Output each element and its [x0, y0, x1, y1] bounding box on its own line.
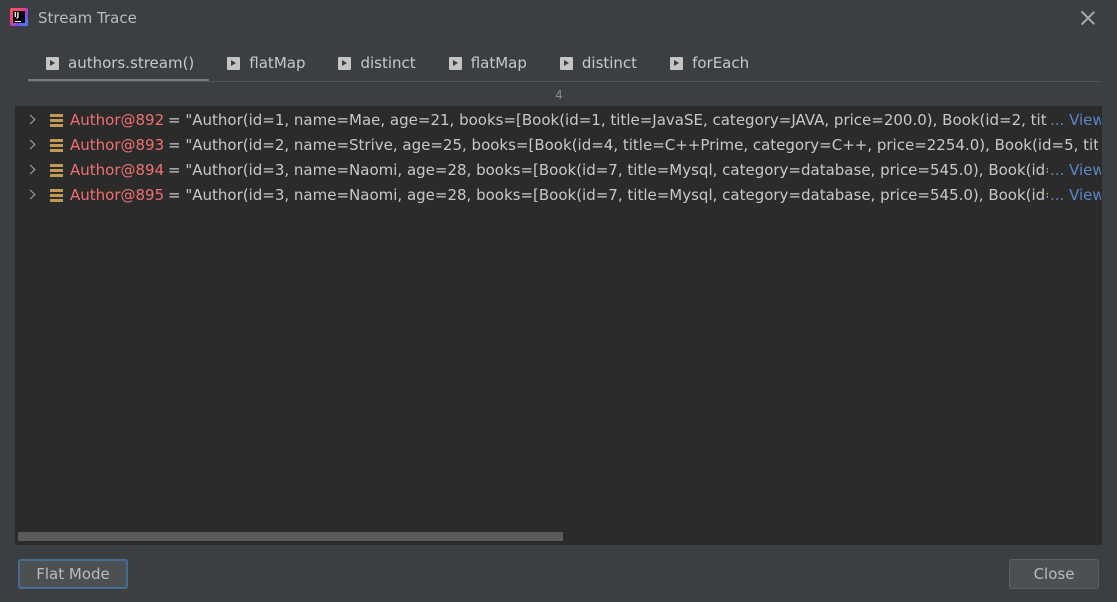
object-value: = "Author(id=3, name=Naomi, age=28, book… — [168, 161, 1048, 179]
chevron-right-icon[interactable] — [25, 164, 36, 175]
object-icon — [50, 164, 63, 177]
tab-label: forEach — [692, 54, 750, 72]
element-count: 4 — [555, 88, 563, 102]
tab-label: distinct — [581, 54, 638, 72]
tab-flatmap[interactable]: flatMap — [209, 48, 320, 82]
list-item[interactable]: Author@892 = "Author(id=1, name=Mae, age… — [16, 109, 1101, 133]
tabs-divider — [28, 81, 1101, 82]
tab-label: distinct — [360, 54, 416, 72]
object-name: Author@895 — [70, 186, 165, 204]
object-value: = "Author(id=2, name=Strive, age=25, boo… — [168, 136, 1098, 154]
view-link[interactable]: ... View — [1048, 161, 1101, 179]
chevron-right-icon[interactable] — [25, 139, 36, 150]
object-value: = "Author(id=1, name=Mae, age=21, books=… — [168, 111, 1048, 129]
title-bar: IJ Stream Trace — [0, 0, 1117, 38]
list-item[interactable]: Author@893 = "Author(id=2, name=Strive, … — [16, 134, 1101, 158]
tab-authors-stream[interactable]: authors.stream() — [28, 48, 210, 82]
tab-flatmap-2[interactable]: flatMap — [431, 48, 542, 82]
tab-label: flatMap — [249, 54, 306, 72]
tab-distinct[interactable]: distinct — [320, 48, 430, 82]
intellij-idea-icon: IJ — [10, 8, 28, 26]
flat-mode-button[interactable]: Flat Mode — [18, 559, 128, 589]
stream-op-icon — [46, 57, 59, 70]
object-name: Author@894 — [70, 161, 165, 179]
stream-op-icon — [448, 57, 462, 70]
object-name: Author@893 — [70, 136, 165, 154]
window-title: Stream Trace — [38, 9, 137, 27]
view-link[interactable]: ... View — [1048, 111, 1101, 129]
list-item[interactable]: Author@894 = "Author(id=3, name=Naomi, a… — [16, 159, 1101, 183]
close-button[interactable]: Close — [1009, 559, 1099, 589]
horizontal-scrollbar[interactable] — [18, 532, 563, 541]
object-value: = "Author(id=3, name=Naomi, age=28, book… — [168, 186, 1048, 204]
tab-foreach[interactable]: forEach — [652, 48, 764, 82]
chevron-right-icon[interactable] — [25, 114, 36, 125]
object-icon — [50, 139, 63, 152]
object-icon — [50, 114, 63, 127]
object-name: Author@892 — [70, 111, 165, 129]
values-panel[interactable]: Author@892 = "Author(id=1, name=Mae, age… — [15, 106, 1102, 545]
stream-op-icon — [338, 57, 352, 70]
list-item[interactable]: Author@895 = "Author(id=3, name=Naomi, a… — [16, 184, 1101, 208]
view-link[interactable]: ... View — [1048, 186, 1101, 204]
stream-tabs: authors.stream() flatMap distinct flatMa… — [28, 48, 764, 82]
stream-op-icon — [227, 57, 241, 70]
tab-label: authors.stream() — [68, 54, 195, 72]
object-icon — [50, 189, 63, 202]
tab-distinct-2[interactable]: distinct — [542, 48, 652, 82]
stream-op-icon — [670, 57, 684, 70]
tab-label: flatMap — [470, 54, 527, 72]
close-icon[interactable] — [1079, 9, 1097, 27]
stream-op-icon — [559, 57, 573, 70]
chevron-right-icon[interactable] — [25, 189, 36, 200]
